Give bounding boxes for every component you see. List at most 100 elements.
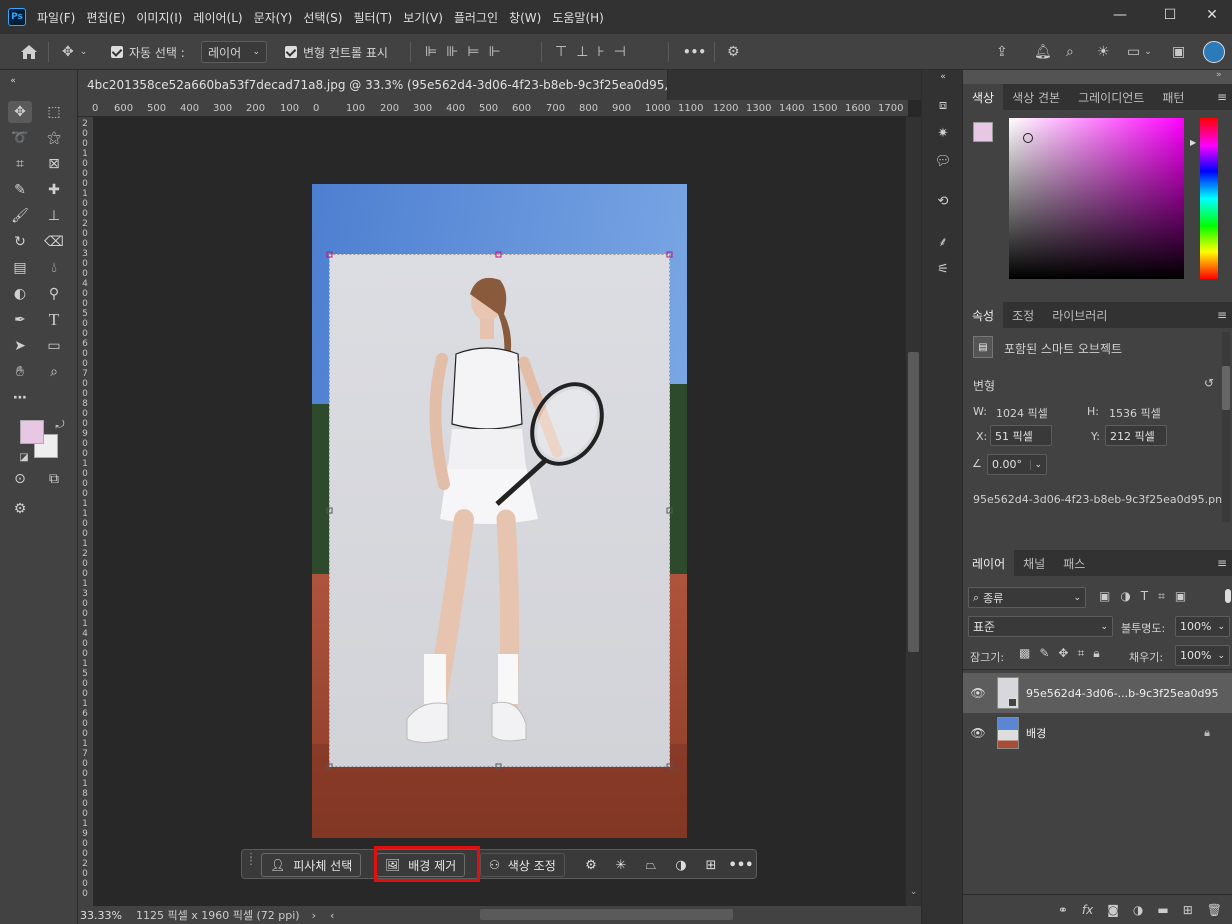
- show-transform-checkbox[interactable]: 변형 컨트롤 표시: [285, 34, 388, 70]
- adjustment-layer-icon[interactable]: ◑: [1133, 903, 1143, 917]
- blur-tool-icon[interactable]: 💧︎: [42, 257, 66, 279]
- menu-layer[interactable]: 레이어(L): [193, 9, 242, 26]
- type-tool-icon[interactable]: T: [42, 309, 66, 331]
- transform-icon[interactable]: ⏢: [641, 855, 661, 875]
- generative-tool-icon[interactable]: ⚙: [8, 498, 32, 520]
- tab-patterns[interactable]: 패턴: [1153, 84, 1193, 110]
- zoom-level[interactable]: 33.33%: [78, 909, 134, 922]
- menu-window[interactable]: 창(W): [509, 9, 541, 26]
- lasso-tool-icon[interactable]: ➰: [8, 127, 32, 149]
- default-colors-icon[interactable]: ◪: [12, 446, 36, 468]
- generative-fill-icon[interactable]: ⚙: [581, 855, 601, 875]
- minimize-button[interactable]: —: [1095, 0, 1145, 30]
- settings-gear-icon[interactable]: ⚙: [727, 34, 740, 70]
- adjust-color-button[interactable]: ⚇ 색상 조정: [480, 853, 565, 877]
- align-icons[interactable]: ⊫⊪⊨⊩: [425, 34, 510, 70]
- mask-icon[interactable]: ◑: [671, 855, 691, 875]
- history-icon[interactable]: ⟲: [932, 190, 954, 212]
- layer-filter-icons[interactable]: ▣◑T⌗▣: [1099, 589, 1196, 604]
- brush-tool-icon[interactable]: 🖌︎: [8, 205, 32, 227]
- drag-handle-icon[interactable]: ⋮ ⋮: [246, 853, 256, 867]
- move-tool-icon[interactable]: ✥ ⌄: [62, 34, 87, 70]
- menu-select[interactable]: 선택(S): [303, 9, 342, 26]
- more-options-icon[interactable]: •••: [729, 855, 754, 875]
- link-layers-icon[interactable]: ⚭: [1058, 903, 1068, 917]
- share-icon[interactable]: ⇪: [996, 34, 1008, 70]
- auto-select-checkbox[interactable]: 자동 선택 :: [111, 34, 185, 70]
- visibility-eye-icon[interactable]: 👁︎: [963, 686, 993, 700]
- adjustment-presets-icon[interactable]: ⚟: [932, 258, 954, 280]
- tab-libraries[interactable]: 라이브러리: [1043, 302, 1116, 328]
- cloud-docs-icon[interactable]: ▣: [1172, 34, 1185, 70]
- menu-view[interactable]: 보기(V): [403, 9, 443, 26]
- search-icon[interactable]: ⌕: [1066, 34, 1074, 70]
- path-selection-tool-icon[interactable]: ➤: [8, 335, 32, 357]
- collapse-panels-icon[interactable]: »: [1216, 70, 1222, 80]
- actions-sparkle-icon[interactable]: ✷: [932, 122, 954, 144]
- edit-toolbar-icon[interactable]: ⋯: [8, 387, 32, 409]
- x-position-field[interactable]: 51 픽셀: [990, 425, 1052, 446]
- ai-panel-icon[interactable]: ⧈: [932, 94, 954, 116]
- tab-color[interactable]: 색상: [963, 84, 1004, 110]
- tab-channels[interactable]: 채널: [1014, 550, 1054, 576]
- opacity-field[interactable]: 100% ⌄: [1175, 616, 1230, 637]
- hue-slider[interactable]: [1200, 118, 1218, 279]
- sponge-tool-icon[interactable]: ⚲: [42, 283, 66, 305]
- delete-layer-icon[interactable]: 🗑︎: [1207, 903, 1222, 917]
- gradient-tool-icon[interactable]: ▤: [8, 257, 32, 279]
- new-layer-icon[interactable]: ⊞: [1183, 903, 1193, 917]
- menu-filter[interactable]: 필터(T): [353, 9, 392, 26]
- rectangle-tool-icon[interactable]: ▭: [42, 335, 66, 357]
- tab-swatches[interactable]: 색상 견본: [1003, 84, 1069, 110]
- horizontal-scroll-thumb[interactable]: [480, 909, 733, 920]
- tab-gradients[interactable]: 그레이디언트: [1069, 84, 1153, 110]
- layer-row-smart-object[interactable]: 👁︎ 95e562d4-3d06-...b-9c3f25ea0d95: [963, 673, 1232, 713]
- angle-field[interactable]: 0.00° ⌄: [987, 454, 1047, 475]
- history-brush-tool-icon[interactable]: ↻: [8, 231, 32, 253]
- workspace-icon[interactable]: ▭ ⌄: [1127, 34, 1152, 70]
- select-sparkle-icon[interactable]: ✳: [611, 855, 631, 875]
- vertical-scrollbar[interactable]: ⌄: [906, 117, 921, 906]
- panel-menu-icon[interactable]: ≡: [1217, 556, 1227, 570]
- dodge-tool-icon[interactable]: ◐: [8, 283, 32, 305]
- scroll-down-icon[interactable]: ⌄: [908, 887, 919, 897]
- panel-menu-icon[interactable]: ≡: [1217, 308, 1227, 322]
- eyedropper-tool-icon[interactable]: ✎: [8, 179, 32, 201]
- color-field[interactable]: [1009, 118, 1184, 279]
- properties-scrollbar[interactable]: [1222, 332, 1230, 522]
- tab-paths[interactable]: 패스: [1054, 550, 1094, 576]
- layer-row-background[interactable]: 👁︎ 배경 🔒︎: [963, 713, 1232, 753]
- hand-tool-icon[interactable]: ✋︎: [8, 361, 32, 383]
- distribute-icons[interactable]: ⊤⊥⊦⊣: [555, 34, 635, 70]
- fill-field[interactable]: 100% ⌄: [1175, 645, 1230, 666]
- filter-toggle[interactable]: [1225, 589, 1231, 603]
- magic-wand-tool-icon[interactable]: ⚝: [42, 127, 66, 149]
- fx-icon[interactable]: fx: [1082, 903, 1093, 917]
- tab-adjustments[interactable]: 조정: [1003, 302, 1043, 328]
- blend-mode-dropdown[interactable]: 표준 ⌄: [968, 616, 1113, 637]
- y-position-field[interactable]: 212 픽셀: [1105, 425, 1167, 446]
- panel-menu-icon[interactable]: ≡: [1217, 90, 1227, 104]
- pen-tool-icon[interactable]: ✒: [8, 309, 32, 331]
- tab-properties[interactable]: 속성: [963, 302, 1004, 328]
- menu-image[interactable]: 이미지(I): [136, 9, 182, 26]
- select-subject-button[interactable]: 👤︎ 피사체 선택: [261, 853, 362, 877]
- screen-mode-icon[interactable]: ⧉: [42, 468, 66, 490]
- healing-brush-tool-icon[interactable]: ✚: [42, 179, 66, 201]
- menu-help[interactable]: 도움말(H): [552, 9, 604, 26]
- collapse-toolbar-icon[interactable]: «: [6, 70, 20, 92]
- menu-type[interactable]: 문자(Y): [254, 9, 293, 26]
- crop-tool-icon[interactable]: ⌗: [8, 153, 32, 175]
- discover-light-icon[interactable]: ☀: [1097, 34, 1110, 70]
- quick-mask-icon[interactable]: ⊙: [8, 468, 32, 490]
- visibility-eye-icon[interactable]: 👁︎: [963, 726, 993, 740]
- layer-filter-dropdown[interactable]: ⌕ 종류 ⌄: [968, 587, 1086, 608]
- tab-layers[interactable]: 레이어: [963, 550, 1015, 576]
- foreground-color-swatch[interactable]: [20, 420, 44, 444]
- new-layer-icon[interactable]: ⊞: [701, 855, 721, 875]
- frame-tool-icon[interactable]: ⊠: [42, 153, 66, 175]
- swap-colors-icon[interactable]: ⤾: [48, 414, 72, 436]
- brush-settings-icon[interactable]: ⸙: [932, 230, 954, 252]
- notification-bell-icon[interactable]: 🔔︎: [1034, 34, 1052, 70]
- clone-stamp-tool-icon[interactable]: ⊥: [42, 205, 66, 227]
